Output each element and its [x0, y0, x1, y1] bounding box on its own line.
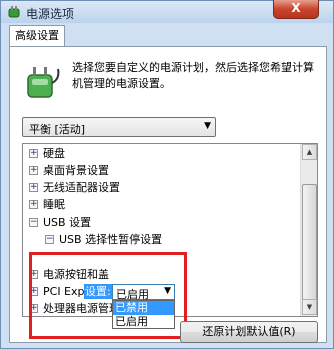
restore-defaults-button[interactable]: 还原计划默认值(R)	[180, 321, 318, 343]
chevron-down-icon: ▼	[204, 121, 211, 131]
power-plug-battery-icon	[27, 67, 60, 98]
power-plan-value: 平衡 [活动]	[29, 123, 86, 136]
tree-item-label: USB 选择性暂停设置	[59, 233, 163, 246]
option-enabled[interactable]: 已启用	[113, 315, 174, 329]
power-options-icon	[8, 6, 20, 18]
description-text: 选择您要自定义的电源计划，然后选择您希望计算机管理的电源设置。	[72, 61, 314, 90]
power-plan-select[interactable]: 平衡 [活动] ▼	[22, 117, 216, 137]
power-options-window: 电源选项 X 高级设置 选择您要自定义的电源计划，然后选择您希望计算机管理的电源…	[0, 0, 334, 349]
setting-label: 设置:	[84, 284, 113, 299]
chevron-down-icon: ▼	[164, 286, 171, 296]
tree-item-label: 硬盘	[43, 147, 65, 160]
advanced-settings-panel: 选择您要自定义的电源计划，然后选择您希望计算机管理的电源设置。 平衡 [活动] …	[9, 46, 327, 343]
expand-icon[interactable]: +	[29, 166, 38, 175]
scroll-up-button[interactable]: ▲	[302, 144, 317, 160]
tree-item-label: 桌面背景设置	[43, 164, 109, 177]
window-title: 电源选项	[26, 7, 75, 21]
tree-item-label: 无线适配器设置	[43, 181, 120, 194]
tree-item-label: 睡眠	[43, 198, 65, 211]
usb-suspend-setting-select[interactable]: 已启用 ▼	[112, 284, 175, 301]
expand-icon[interactable]: +	[29, 200, 38, 209]
setting-dropdown-list[interactable]: 已禁用 已启用	[112, 300, 175, 329]
close-button[interactable]: X	[273, 0, 319, 19]
expand-icon[interactable]: +	[29, 149, 38, 158]
scroll-down-button[interactable]: ▼	[302, 299, 317, 315]
close-icon: X	[291, 1, 301, 15]
vertical-scrollbar[interactable]: ▲ ▼	[300, 144, 317, 316]
tab-advanced-settings[interactable]: 高级设置	[9, 25, 65, 47]
expand-icon[interactable]: +	[29, 183, 38, 192]
tab-strip: 高级设置	[9, 25, 327, 47]
tree-item-label: USB 设置	[43, 216, 92, 229]
collapse-icon[interactable]: −	[29, 218, 38, 227]
title-bar: 电源选项 X	[1, 0, 333, 23]
scroll-thumb[interactable]	[302, 184, 317, 304]
collapse-icon[interactable]: −	[45, 235, 54, 244]
option-disabled[interactable]: 已禁用	[113, 301, 174, 315]
